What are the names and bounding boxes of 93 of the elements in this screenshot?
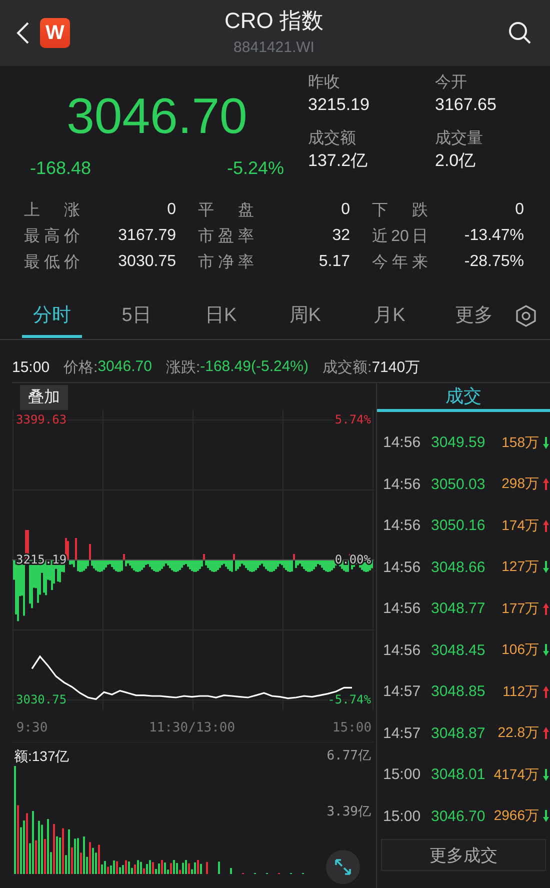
stat-label: 今年来 [372, 252, 428, 272]
back-icon[interactable] [16, 21, 30, 45]
expand-icon [333, 857, 353, 877]
info-label: 成交额: [322, 358, 372, 376]
percent-label: -5.74% [328, 692, 371, 706]
trade-price: 3048.45 [431, 642, 486, 659]
info-value: 7140万 [372, 358, 420, 376]
stat-value: -28.75% [464, 253, 524, 271]
trades-tab[interactable]: 成交 [377, 383, 550, 412]
trade-time: 14:56 [383, 476, 422, 493]
field-value: 3167.65 [435, 94, 498, 116]
trade-price: 3049.59 [431, 434, 486, 452]
more-trades-button[interactable]: 更多成交 [381, 839, 546, 871]
trade-volume: 177万 [500, 600, 539, 618]
trade-volume: 106万 [500, 641, 539, 660]
percent-change: -5.24% [226, 158, 284, 179]
trade-price: 3048.77 [431, 600, 486, 618]
trade-time: 14:56 [383, 434, 422, 452]
volume-total: 额:137亿 [14, 748, 70, 766]
period-tab[interactable]: 月K [359, 294, 420, 338]
info-value: 3046.70 [98, 358, 152, 376]
period-tab[interactable]: 日K [190, 294, 251, 338]
trade-price: 3046.70 [431, 808, 486, 825]
trade-volume: 22.8万 [496, 724, 539, 742]
stat-label: 近20日 [372, 226, 428, 246]
trade-price: 3050.03 [431, 476, 486, 493]
field-label: 今开 [435, 73, 468, 93]
percent-label: 5.74% [334, 412, 371, 426]
trade-time: 14:56 [383, 517, 422, 534]
trade-time: 14:57 [383, 683, 422, 700]
index-code: 8841421.WI [234, 38, 314, 58]
period-tab[interactable]: 5日 [106, 294, 167, 338]
expand-button[interactable] [326, 850, 360, 884]
trade-volume: 174万 [500, 516, 539, 535]
trade-price: 3048.85 [431, 683, 486, 700]
period-tab[interactable]: 周K [274, 294, 336, 338]
stat-value: -13.47% [464, 227, 524, 245]
period-tab[interactable]: 更多 [444, 294, 504, 338]
trade-volume: 2966万 [493, 807, 539, 826]
trade-volume: 4174万 [493, 766, 539, 784]
info-label: 价格: [64, 358, 98, 376]
stat-label: 市净率 [198, 252, 254, 272]
axis-label: 3399.63 [16, 412, 67, 426]
axis-label: 3030.75 [16, 692, 67, 706]
time-label: 15:00 [12, 358, 50, 376]
search-icon[interactable] [508, 21, 532, 45]
stat-label: 平盘 [198, 200, 254, 220]
current-price: 3046.70 [66, 87, 248, 146]
trade-volume: 158万 [500, 434, 539, 452]
stat-value: 0 [341, 201, 350, 219]
stat-value: 0 [515, 201, 524, 219]
stat-value: 0 [167, 201, 176, 219]
trade-time: 14:56 [383, 600, 422, 618]
app-logo[interactable]: W [40, 18, 70, 48]
trade-time: 14:56 [383, 558, 422, 576]
trade-volume: 112万 [502, 682, 539, 701]
stat-label: 最低价 [24, 252, 80, 272]
stat-label: 最高价 [24, 226, 80, 246]
trade-volume: 127万 [500, 558, 539, 576]
axis-label: 3.39亿 [326, 804, 371, 820]
trade-volume: 298万 [500, 475, 539, 494]
field-value: 137.2亿 [308, 150, 369, 172]
trade-price: 3050.16 [431, 517, 486, 534]
trade-time: 15:00 [383, 808, 422, 825]
stat-value: 3167.79 [118, 227, 176, 245]
overlay-button[interactable]: 叠加 [20, 385, 68, 410]
trade-time: 15:00 [383, 766, 422, 784]
trade-time: 14:57 [383, 724, 422, 742]
price-change: -168.48 [30, 158, 92, 179]
stat-value: 5.17 [318, 253, 350, 271]
trade-price: 3048.66 [431, 558, 486, 576]
field-value: 3215.19 [308, 94, 370, 116]
trade-price: 3048.87 [431, 724, 486, 742]
stat-value: 3030.75 [118, 253, 176, 271]
field-label: 成交量 [435, 128, 484, 148]
trade-price: 3048.01 [431, 766, 486, 784]
settings-icon[interactable] [516, 305, 536, 327]
trade-time: 14:56 [383, 642, 422, 659]
field-label: 昨收 [308, 73, 341, 93]
stat-label: 上涨 [24, 200, 80, 220]
axis-label: 9:30 [16, 720, 48, 736]
field-label: 成交额 [308, 128, 357, 148]
field-value: 2.0亿 [435, 150, 477, 172]
index-title: CRO 指数 [224, 7, 324, 35]
stat-label: 下跌 [372, 200, 428, 220]
axis-label: 11:30/13:00 [148, 720, 236, 736]
info-label: 涨跌: [166, 358, 200, 376]
axis-label: 6.77亿 [326, 748, 371, 764]
axis-label: 15:00 [332, 720, 372, 736]
period-tab[interactable]: 分时 [22, 294, 82, 338]
stat-value: 32 [332, 227, 350, 245]
stat-label: 市盈率 [198, 226, 254, 246]
info-value: -168.49(-5.24%) [200, 358, 309, 376]
